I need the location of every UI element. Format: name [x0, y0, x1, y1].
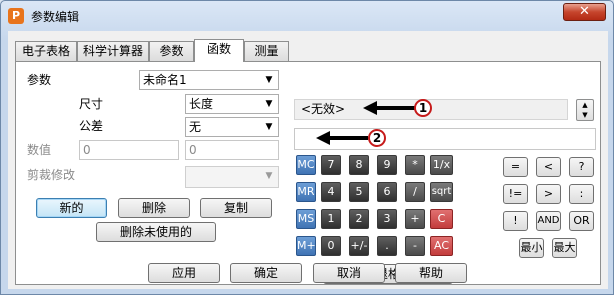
key-memory-clear[interactable]: MC	[296, 155, 316, 175]
chevron-down-icon: ▼	[265, 99, 273, 109]
key-1[interactable]: 1	[321, 209, 341, 229]
key-9[interactable]: 9	[377, 155, 397, 175]
key-5[interactable]: 5	[349, 182, 369, 202]
copy-button[interactable]: 复制	[200, 198, 272, 218]
key-8[interactable]: 8	[349, 155, 369, 175]
size-select-value: 长度	[189, 97, 214, 111]
op-and[interactable]: AND	[536, 211, 561, 231]
op-less-than[interactable]: <	[536, 157, 561, 177]
op-not-equal[interactable]: !=	[503, 184, 528, 204]
op-question[interactable]: ?	[569, 157, 594, 177]
chevron-down-icon: ▼	[265, 75, 273, 85]
op-equals[interactable]: =	[503, 157, 528, 177]
callout-badge-1: 1	[414, 99, 432, 117]
key-2[interactable]: 2	[349, 209, 369, 229]
callout-badge-2: 2	[368, 129, 386, 147]
tolerance-select-value: 无	[189, 120, 202, 134]
param-select[interactable]: 未命名1 ▼	[139, 70, 279, 90]
trim-modify-label: 剪裁修改	[27, 168, 76, 182]
key-multiply[interactable]: *	[405, 155, 425, 175]
cancel-button[interactable]: 取消	[313, 263, 385, 283]
key-memory-recall[interactable]: MR	[296, 182, 316, 202]
tolerance-select[interactable]: 无 ▼	[185, 117, 279, 137]
numeric-value-label: 数值	[27, 143, 52, 157]
key-clear[interactable]: C	[430, 209, 453, 229]
tab-measure[interactable]: 测量	[244, 41, 289, 61]
apply-button[interactable]: 应用	[148, 263, 220, 283]
parameter-edit-window: P 参数编辑 ✕ 电子表格 科学计算器 参数 函数 测量 参数 未命名1 ▼ 尺…	[0, 0, 614, 295]
help-button[interactable]: 帮助	[395, 263, 467, 283]
spin-down-icon[interactable]: ▼	[577, 110, 593, 120]
key-plus[interactable]: +	[405, 209, 425, 229]
delete-unused-button[interactable]: 删除未使用的	[96, 222, 216, 242]
param-select-value: 未命名1	[143, 73, 187, 87]
op-max[interactable]: 最大	[552, 238, 577, 258]
key-6[interactable]: 6	[377, 182, 397, 202]
key-0[interactable]: 0	[321, 236, 341, 256]
key-memory-add[interactable]: M+	[296, 236, 316, 256]
chevron-down-icon: ▼	[265, 122, 273, 132]
op-not[interactable]: !	[503, 211, 528, 231]
tab-spreadsheet[interactable]: 电子表格	[15, 41, 77, 61]
app-icon: P	[8, 8, 24, 24]
spin-button[interactable]: ▲ ▼	[576, 99, 594, 121]
op-colon[interactable]: :	[569, 184, 594, 204]
op-or[interactable]: OR	[569, 211, 594, 231]
new-button[interactable]: 新的	[36, 198, 107, 218]
key-minus[interactable]: -	[405, 236, 425, 256]
tab-functions[interactable]: 函数	[194, 39, 244, 62]
ok-button[interactable]: 确定	[230, 263, 302, 283]
key-4[interactable]: 4	[321, 182, 341, 202]
delete-button[interactable]: 删除	[118, 198, 190, 218]
op-greater-than[interactable]: >	[536, 184, 561, 204]
tab-scientific-calculator[interactable]: 科学计算器	[77, 41, 149, 61]
key-3[interactable]: 3	[377, 209, 397, 229]
dialog-client: 电子表格 科学计算器 参数 函数 测量 参数 未命名1 ▼ 尺寸 长度 ▼ 公差…	[8, 31, 608, 289]
key-all-clear[interactable]: AC	[430, 236, 453, 256]
key-reciprocal[interactable]: 1/x	[430, 155, 453, 175]
key-decimal[interactable]: .	[377, 236, 397, 256]
functions-panel: 参数 未命名1 ▼ 尺寸 长度 ▼ 公差 无 ▼ 数值 0 0 剪裁修改 ▼ 新…	[15, 61, 601, 285]
trim-modify-select: ▼	[185, 166, 279, 188]
size-select[interactable]: 长度 ▼	[185, 94, 279, 114]
window-title: 参数编辑	[31, 10, 80, 24]
numeric-value-field-2[interactable]: 0	[185, 140, 279, 160]
spin-up-icon[interactable]: ▲	[577, 100, 593, 110]
param-label: 参数	[27, 73, 52, 87]
numeric-value-field-1[interactable]: 0	[79, 140, 179, 160]
close-button[interactable]: ✕	[563, 3, 606, 21]
key-sqrt[interactable]: sqrt	[430, 182, 453, 202]
chevron-down-icon: ▼	[265, 171, 273, 181]
key-divide[interactable]: /	[405, 182, 425, 202]
tab-parameters[interactable]: 参数	[149, 41, 194, 61]
key-negate[interactable]: +/-	[349, 236, 369, 256]
size-label: 尺寸	[79, 97, 104, 111]
tolerance-label: 公差	[79, 119, 104, 133]
key-7[interactable]: 7	[321, 155, 341, 175]
op-min[interactable]: 最小	[519, 238, 544, 258]
title-bar[interactable]: P 参数编辑 ✕	[1, 1, 613, 31]
key-memory-store[interactable]: MS	[296, 209, 316, 229]
